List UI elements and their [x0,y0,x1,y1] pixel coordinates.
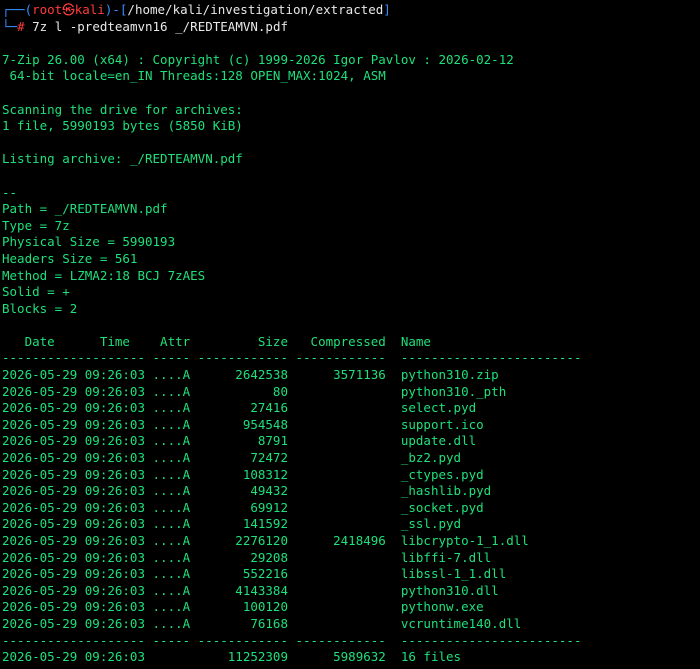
table-row: 2026-05-29 09:26:03 ....A 100120 pythonw… [2,599,484,615]
table-row: 2026-05-29 09:26:03 ....A 29208 libffi-7… [2,549,492,565]
table-row: 2026-05-29 09:26:03 ....A 69912 _socket.… [2,499,484,515]
prompt-at-symbol: ㉿ [62,2,75,17]
prop-type: Type = 7z [2,217,70,233]
prop-headers-size: Headers Size = 561 [2,250,138,266]
prop-path: Path = _/REDTEAMVN.pdf [2,201,168,217]
listing-archive-line: Listing archive: _/REDTEAMVN.pdf [2,151,243,167]
file-count-line: 1 file, 5990193 bytes (5850 KiB) [2,118,243,134]
prompt-line-1: ┌──(root㉿kali)-[/home/kali/investigation… [2,2,700,19]
platform-line: 64-bit locale=en_IN Threads:128 OPEN_MAX… [2,68,386,84]
table-row: 2026-05-29 09:26:03 ....A 49432 _hashlib… [2,483,492,499]
prompt-host: kali [74,2,105,17]
prop-method: Method = LZMA2:18 BCJ 7zAES [2,267,206,283]
table-separator: ------------------- ----- ------------ -… [2,350,582,366]
table-row: 2026-05-29 09:26:03 ....A 72472 _bz2.pyd [2,450,462,466]
table-row: 2026-05-29 09:26:03 ....A 2276120 241849… [2,533,529,548]
version-line: 7-Zip 26.00 (x64) : Copyright (c) 1999-2… [2,51,514,67]
prompt-line2-prefix: └─ [2,18,18,34]
table-summary: 2026-05-29 09:26:03 11252309 5989632 16 … [2,649,462,665]
table-row: 2026-05-29 09:26:03 ....A 108312 _ctypes… [2,466,484,482]
table-row: 2026-05-29 09:26:03 ....A 76168 vcruntim… [2,615,522,631]
table-footer-separator: ------------------- ----- ------------ -… [2,632,582,648]
prop-blocks: Blocks = 2 [2,300,78,316]
prompt-cwd: /home/kali/investigation/extracted [127,2,384,17]
table-row: 2026-05-29 09:26:03 ....A 27416 select.p… [2,400,477,416]
prompt-hash: # [17,18,25,34]
table-row: 2026-05-29 09:26:03 ....A 552216 libssl-… [2,566,507,582]
prop-solid: Solid = + [2,284,70,300]
table-row: 2026-05-29 09:26:03 ....A 80 python310._… [2,383,507,399]
table-row: 2026-05-29 09:26:03 ....A 2642538 357113… [2,367,499,383]
scan-line: Scanning the drive for archives: [2,101,243,117]
prompt-user: root [32,2,63,17]
prompt-line-2: └─# 7z l -predteamvn16 _/REDTEAMVN.pdf [2,19,700,36]
command-text: 7z l -predteamvn16 _/REDTEAMVN.pdf [32,18,288,34]
table-row: 2026-05-29 09:26:03 ....A 4143384 python… [2,582,499,598]
table-row: 2026-05-29 09:26:03 ....A 141592 _ssl.py… [2,516,462,532]
table-header: Date Time Attr Size Compressed Name [2,333,431,349]
props-separator: -- [2,184,18,200]
prompt-open: ┌──( [2,2,33,17]
prompt-close: )-[ [104,2,128,17]
prompt-end: ] [383,2,391,17]
prop-physical-size: Physical Size = 5990193 [2,234,176,250]
table-row: 2026-05-29 09:26:03 ....A 8791 update.dl… [2,433,477,449]
table-row: 2026-05-29 09:26:03 ....A 954548 support… [2,416,484,432]
terminal-window[interactable]: ┌──(root㉿kali)-[/home/kali/investigation… [0,0,700,666]
